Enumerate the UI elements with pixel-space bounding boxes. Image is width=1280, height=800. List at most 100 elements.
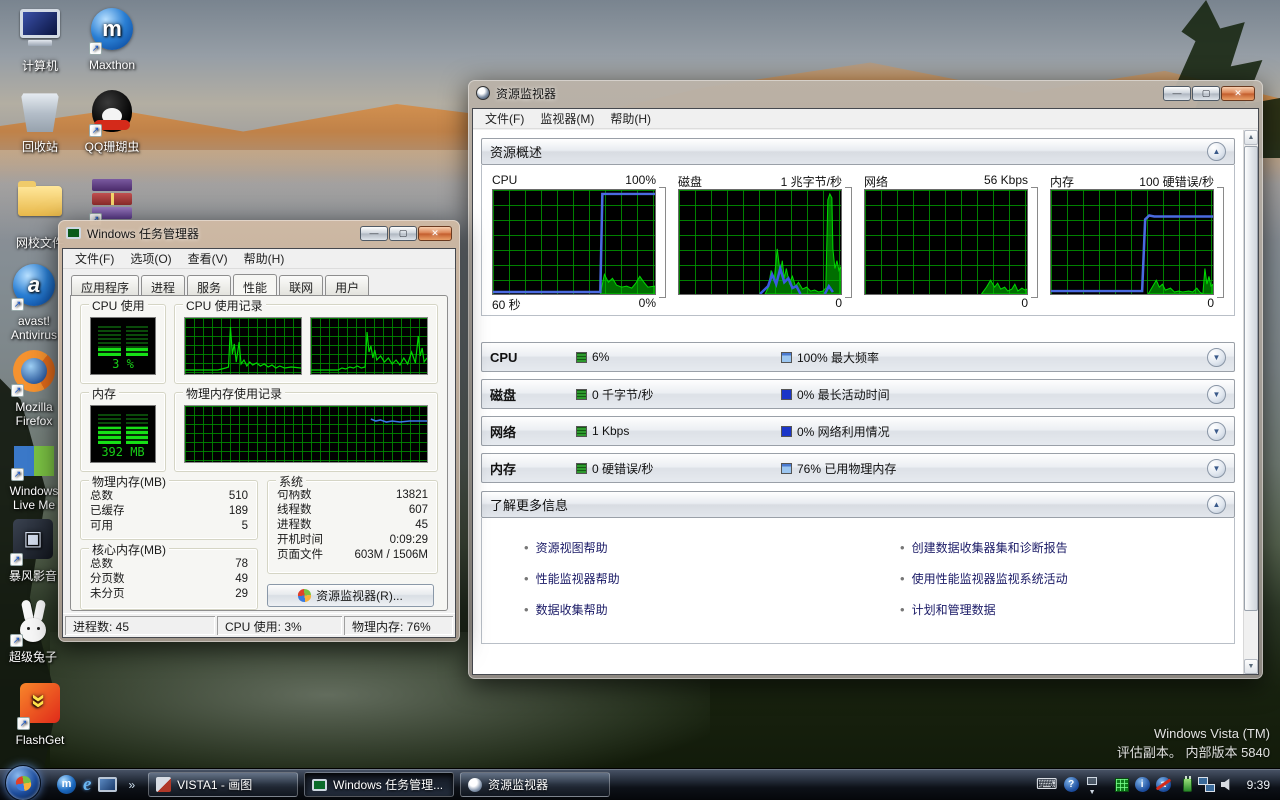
desktop-icon-maxthon[interactable]: m↗ Maxthon bbox=[76, 6, 148, 72]
link-perfmon-help[interactable]: •性能监视器帮助 bbox=[482, 563, 858, 594]
expand-chevron-down-icon[interactable]: ▼ bbox=[1207, 348, 1226, 367]
learn-more-panel: •资源视图帮助 •性能监视器帮助 •数据收集帮助 •创建数据收集器集和诊断报告 … bbox=[481, 518, 1235, 644]
desktop-icon-computer[interactable]: 计算机 bbox=[4, 6, 76, 73]
scrollbar-thumb[interactable] bbox=[1244, 146, 1258, 611]
tab-applications[interactable]: 应用程序 bbox=[71, 275, 139, 296]
tray-volume-icon[interactable] bbox=[1221, 778, 1235, 792]
menu-file[interactable]: 文件(F) bbox=[477, 108, 532, 129]
tray-avast-icon[interactable]: a bbox=[1156, 777, 1171, 792]
chart-title: 内存 bbox=[1050, 173, 1074, 189]
menu-help[interactable]: 帮助(H) bbox=[602, 108, 659, 129]
scroll-down-arrow-icon[interactable]: ▼ bbox=[1244, 659, 1258, 674]
cpu-row[interactable]: CPU 6% 100% 最大频率 ▼ bbox=[481, 342, 1235, 372]
chart-min-label: 0 bbox=[1207, 296, 1214, 311]
tray-keyboard-icon[interactable]: ⌨ bbox=[1036, 777, 1058, 793]
minimize-button[interactable]: — bbox=[360, 226, 388, 241]
desktop-icon-recycle-bin[interactable]: 回收站 bbox=[4, 88, 76, 154]
icon-label: avast! Antivirus bbox=[4, 314, 64, 342]
close-button[interactable]: ✕ bbox=[418, 226, 452, 241]
window-title: Windows 任务管理器 bbox=[87, 225, 199, 242]
window-title: 资源监视器 bbox=[496, 85, 556, 102]
link-monitor-system-activity[interactable]: •使用性能监视器监视系统活动 bbox=[858, 563, 1234, 594]
resource-monitor-menubar: 文件(F) 监视器(M) 帮助(H) bbox=[473, 109, 1258, 129]
resource-monitor-titlebar[interactable]: 资源监视器 — ▢ ✕ bbox=[468, 80, 1263, 106]
desktop-icon-storm-player[interactable]: ▣↗ 暴风影音 bbox=[4, 516, 62, 583]
tab-networking[interactable]: 联网 bbox=[279, 275, 323, 296]
maximize-button[interactable]: ▢ bbox=[1192, 86, 1220, 101]
maximize-button[interactable]: ▢ bbox=[389, 226, 417, 241]
desktop-icon-avast[interactable]: a↗ avast! Antivirus bbox=[4, 262, 64, 342]
start-button[interactable] bbox=[5, 765, 41, 800]
desktop-icon-flashget[interactable]: »↗ FlashGet bbox=[4, 680, 76, 747]
kernel-memory-group: 核心内存(MB) 总数78 分页数49 未分页29 bbox=[80, 548, 258, 610]
expand-chevron-down-icon[interactable]: ▼ bbox=[1207, 422, 1226, 441]
chart-max-label: 56 Kbps bbox=[984, 173, 1028, 189]
link-create-collector-set[interactable]: •创建数据收集器集和诊断报告 bbox=[858, 532, 1234, 563]
close-button[interactable]: ✕ bbox=[1221, 86, 1255, 101]
tab-users[interactable]: 用户 bbox=[325, 275, 369, 296]
memory-row[interactable]: 内存 0 硬错误/秒 76% 已用物理内存 ▼ bbox=[481, 453, 1235, 483]
tray-network-icon[interactable] bbox=[1198, 777, 1215, 792]
menu-options[interactable]: 选项(O) bbox=[122, 248, 179, 269]
status-memory: 物理内存: 76% bbox=[344, 616, 453, 635]
row-stat2: 100% 最大频率 bbox=[797, 349, 879, 366]
expand-chevron-down-icon[interactable]: ▼ bbox=[1207, 385, 1226, 404]
avast-icon: a↗ bbox=[10, 264, 58, 312]
tray-hidden-icons-toggle[interactable]: ▼ bbox=[1085, 777, 1101, 793]
desktop-icon-windows-live[interactable]: ↗ Windows Live Me bbox=[4, 432, 64, 512]
learn-more-section: 了解更多信息 ▲ •资源视图帮助 •性能监视器帮助 •数据收集帮助 •创建数据收… bbox=[481, 491, 1235, 644]
blue-swatch-icon bbox=[781, 352, 792, 363]
taskbar-button-resource-monitor[interactable]: 资源监视器 bbox=[460, 772, 610, 797]
link-data-collection-help[interactable]: •数据收集帮助 bbox=[482, 594, 858, 625]
menu-view[interactable]: 查看(V) bbox=[180, 248, 236, 269]
show-desktop-icon[interactable] bbox=[98, 777, 117, 792]
collapse-chevron-up-icon[interactable]: ▲ bbox=[1207, 142, 1226, 161]
menu-monitor[interactable]: 监视器(M) bbox=[532, 108, 602, 129]
disk-row[interactable]: 磁盘 0 千字节/秒 0% 最长活动时间 ▼ bbox=[481, 379, 1235, 409]
vertical-scrollbar[interactable]: ▲ ▼ bbox=[1243, 130, 1258, 674]
taskbar-button-task-manager[interactable]: Windows 任务管理... bbox=[304, 772, 454, 797]
link-schedule-manage-data[interactable]: •计划和管理数据 bbox=[858, 594, 1234, 625]
learn-more-header[interactable]: 了解更多信息 ▲ bbox=[481, 491, 1235, 518]
desktop-icon-qq[interactable]: ↗ QQ珊瑚虫 bbox=[76, 88, 148, 154]
disk-graph bbox=[678, 189, 842, 295]
memory-chart: 内存100 硬错误/秒 0 bbox=[1050, 173, 1224, 311]
quick-launch: m e » bbox=[57, 775, 139, 794]
task-manager-titlebar[interactable]: Windows 任务管理器 — ▢ ✕ bbox=[58, 220, 460, 246]
tab-services[interactable]: 服务 bbox=[187, 275, 231, 296]
tab-processes[interactable]: 进程 bbox=[141, 275, 185, 296]
group-label: CPU 使用记录 bbox=[183, 297, 266, 314]
chart-title: 磁盘 bbox=[678, 173, 702, 189]
quick-launch-maxthon-icon[interactable]: m bbox=[57, 775, 76, 794]
menu-file[interactable]: 文件(F) bbox=[67, 248, 122, 269]
icon-label: 计算机 bbox=[4, 59, 76, 73]
tray-power-icon[interactable] bbox=[1183, 778, 1192, 792]
link-resource-view-help[interactable]: •资源视图帮助 bbox=[482, 532, 858, 563]
resource-monitor-button[interactable]: 资源监视器(R)... bbox=[267, 584, 434, 607]
taskbar-button-paint[interactable]: VISTA1 - 画图 bbox=[148, 772, 298, 797]
scroll-up-arrow-icon[interactable]: ▲ bbox=[1244, 130, 1258, 145]
memory-gauge-group: 内存 392 MB bbox=[80, 392, 166, 472]
tray-monitor-icon[interactable] bbox=[1115, 778, 1129, 792]
tray-info-icon[interactable]: i bbox=[1135, 777, 1150, 792]
chart-min-label: 0% bbox=[639, 296, 656, 311]
overview-header-label: 资源概述 bbox=[490, 142, 542, 161]
system-tray: ⌨ ? ▼ i a 9:39 bbox=[1036, 777, 1280, 793]
quick-launch-overflow-chevron[interactable]: » bbox=[128, 778, 135, 792]
memory-history-group: 物理内存使用记录 bbox=[174, 392, 438, 472]
task-manager-client: 文件(F) 选项(O) 查看(V) 帮助(H) 应用程序 进程 服务 性能 联网… bbox=[62, 248, 456, 638]
network-row[interactable]: 网络 1 Kbps 0% 网络利用情况 ▼ bbox=[481, 416, 1235, 446]
bullet-icon: • bbox=[900, 602, 905, 617]
taskbar-clock[interactable]: 9:39 bbox=[1247, 778, 1270, 792]
menu-help[interactable]: 帮助(H) bbox=[236, 248, 293, 269]
tab-performance[interactable]: 性能 bbox=[233, 274, 277, 295]
quick-launch-ie-icon[interactable]: e bbox=[83, 775, 91, 794]
minimize-button[interactable]: — bbox=[1163, 86, 1191, 101]
expand-chevron-down-icon[interactable]: ▼ bbox=[1207, 459, 1226, 478]
desktop-icon-firefox[interactable]: ↗ Mozilla Firefox bbox=[4, 348, 64, 428]
desktop-icon-super-rabbit[interactable]: ↗ 超级兔子 bbox=[4, 598, 62, 664]
collapse-chevron-up-icon[interactable]: ▲ bbox=[1207, 495, 1226, 514]
vista-watermark: Windows Vista (TM) 评估副本。 内部版本 5840 bbox=[1117, 724, 1270, 762]
tray-help-icon[interactable]: ? bbox=[1064, 777, 1079, 792]
overview-header[interactable]: 资源概述 ▲ bbox=[481, 138, 1235, 165]
